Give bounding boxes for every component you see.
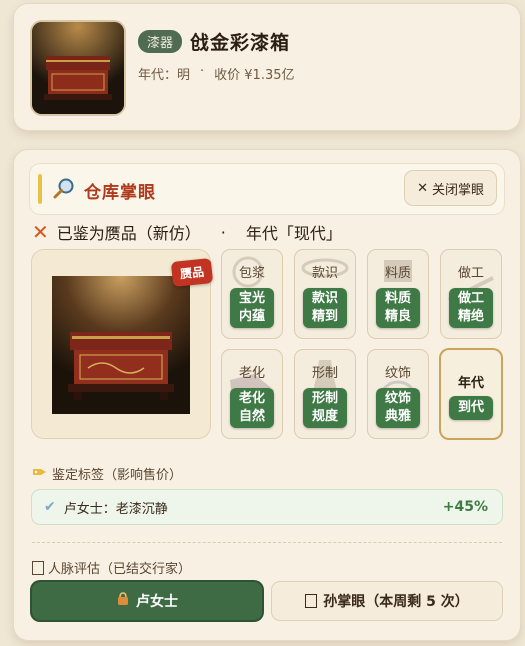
attribute-card: 纹饰 纹饰 典雅 [368, 350, 428, 438]
attribute-label: 款识 [311, 266, 338, 281]
close-inspection-button[interactable]: ✕ 关闭掌眼 [405, 171, 496, 205]
attribute-value: 做工 精绝 [449, 288, 493, 328]
attribute-value: 料质 精良 [376, 288, 420, 328]
attribute-card: 做工 做工 精绝 [441, 250, 501, 338]
attribute-label: 做工 [457, 266, 484, 281]
item-era: 年代：明 [138, 68, 191, 83]
tag-effect: +45% [442, 499, 488, 515]
attribute-card: 包浆 宝光 内蕴 [222, 250, 282, 338]
network-section-label: 人脉评估（已结交行家） [48, 562, 192, 577]
item-artwork: 赝品 [32, 250, 214, 438]
attribute-value: 纹饰 典雅 [376, 388, 420, 428]
npc-sun-button[interactable]: 孙掌眼（本周剩 5 次） [272, 582, 502, 620]
section-divider [32, 542, 502, 543]
magnifier-icon [52, 176, 76, 200]
close-inspection-label: 关闭掌眼 [431, 182, 484, 198]
tags-section-label: 鉴定标签（影响售价） [52, 468, 183, 483]
attribute-value: 到代 [449, 396, 493, 420]
appraiser-icon [305, 594, 318, 608]
attribute-card: 款识 款识 精到 [295, 250, 355, 338]
attribute-value: 款识 精到 [303, 288, 347, 328]
tag-text: 卢女士：老漆沉静 [63, 501, 168, 517]
appraisal-tag: ✔ 卢女士：老漆沉静 +45% [32, 490, 502, 524]
inspection-title: 仓库掌眼 [84, 183, 156, 203]
item-image [52, 276, 190, 414]
attribute-card: 形制 形制 规度 [295, 350, 355, 438]
attribute-card: 料质 料质 精良 [368, 250, 428, 338]
attribute-label: 纹饰 [384, 366, 411, 381]
inspection-panel: 仓库掌眼 ✕ 关闭掌眼 ✕ 已鉴为赝品（新仿） · 年代「现代」 赝品 包浆 宝… [14, 150, 520, 640]
header-accent-bar [38, 174, 42, 204]
attribute-label: 形制 [311, 366, 338, 381]
attribute-label: 老化 [238, 366, 265, 381]
verdict-era: 年代「现代」 [245, 224, 342, 243]
npc-sun-label: 孙掌眼（本周剩 5 次） [323, 594, 469, 610]
attribute-value: 形制 规度 [303, 388, 347, 428]
attribute-value: 宝光 内蕴 [230, 288, 274, 328]
npc-lu-label: 卢女士 [136, 594, 178, 610]
cross-icon: ✕ [32, 220, 49, 244]
item-name: 戗金彩漆箱 [190, 32, 291, 54]
meta-separator: · [200, 64, 205, 79]
attribute-card-highlighted: 年代 到代 [441, 350, 501, 438]
item-summary-panel: 漆器 戗金彩漆箱 年代：明 · 收价 ¥1.35亿 [14, 4, 520, 130]
npc-lu-button[interactable]: 卢女士 [32, 582, 262, 620]
attribute-label: 年代 [457, 376, 484, 391]
check-icon: ✔ [44, 499, 56, 515]
close-icon: ✕ [417, 180, 428, 196]
category-badge: 漆器 [138, 30, 183, 53]
network-section-header: 人脉评估（已结交行家） [32, 558, 191, 577]
attribute-card: 老化 老化 自然 [222, 350, 282, 438]
handbag-icon [116, 592, 130, 610]
attribute-value: 老化 自然 [230, 388, 274, 428]
verdict-separator: · [220, 222, 226, 242]
network-icon [32, 560, 44, 575]
verdict-text: 已鉴为赝品（新仿） [56, 224, 201, 243]
inspection-header: 仓库掌眼 ✕ 关闭掌眼 [30, 164, 504, 214]
fake-stamp: 赝品 [170, 257, 214, 288]
item-price: 收价 ¥1.35亿 [214, 68, 295, 83]
item-thumbnail [32, 22, 124, 114]
verdict-row: ✕ 已鉴为赝品（新仿） · 年代「现代」 [32, 220, 342, 244]
tag-icon [32, 466, 48, 482]
attribute-label: 包浆 [238, 266, 265, 281]
tags-section-header: 鉴定标签（影响售价） [32, 464, 182, 483]
attribute-label: 料质 [384, 266, 411, 281]
